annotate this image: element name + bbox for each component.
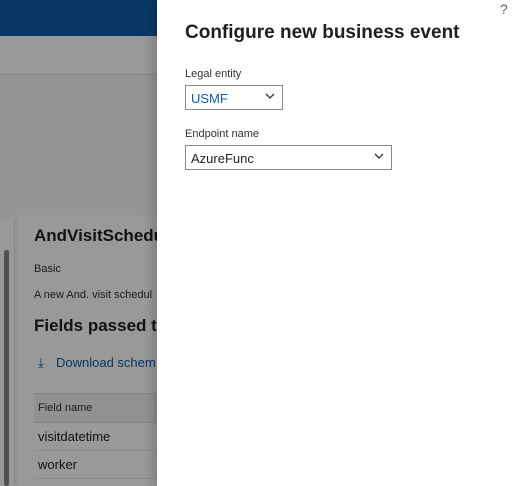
chevron-down-icon bbox=[373, 150, 385, 165]
legal-entity-label: Legal entity bbox=[185, 68, 242, 80]
legal-entity-dropdown[interactable]: USMF bbox=[185, 85, 283, 110]
modal-overlay[interactable] bbox=[0, 0, 157, 486]
endpoint-name-label: Endpoint name bbox=[185, 128, 259, 140]
help-icon[interactable]: ? bbox=[500, 1, 508, 17]
endpoint-name-dropdown[interactable]: AzureFunc bbox=[185, 145, 392, 170]
legal-entity-value: USMF bbox=[191, 91, 228, 106]
panel-title: Configure new business event bbox=[185, 22, 460, 43]
endpoint-name-value: AzureFunc bbox=[191, 151, 254, 166]
chevron-down-icon bbox=[264, 90, 276, 105]
